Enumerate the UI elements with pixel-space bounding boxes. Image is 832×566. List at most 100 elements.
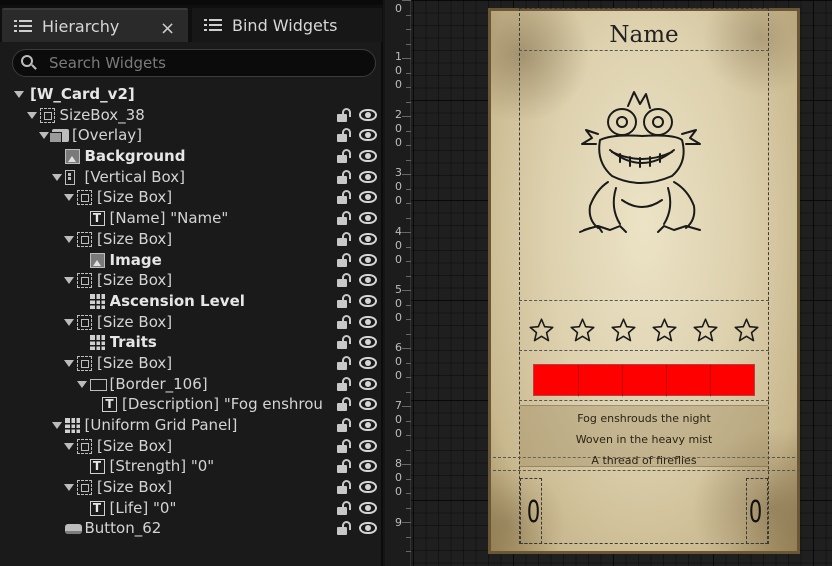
- unlock-icon[interactable]: [337, 149, 353, 164]
- expand-arrow-icon[interactable]: [14, 91, 24, 98]
- tree-row[interactable]: [Vertical Box]: [0, 167, 381, 188]
- ruler-tick: [406, 420, 411, 422]
- tree-row-label: [Overlay]: [72, 126, 143, 145]
- unlock-icon[interactable]: [337, 211, 353, 226]
- unlock-icon[interactable]: [337, 314, 353, 330]
- tree-row[interactable]: SizeBox_38: [0, 105, 381, 126]
- expand-arrow-icon[interactable]: [51, 173, 62, 181]
- visibility-eye-icon[interactable]: [359, 190, 377, 204]
- visibility-eye-icon[interactable]: [359, 377, 377, 391]
- unlock-icon[interactable]: [337, 231, 353, 247]
- visibility-eye-icon[interactable]: [359, 232, 377, 246]
- visibility-eye-icon[interactable]: [359, 315, 377, 329]
- unlock-icon[interactable]: [337, 190, 353, 205]
- expand-arrow-icon[interactable]: [26, 111, 37, 119]
- unlock-icon[interactable]: [337, 500, 353, 516]
- unlock-icon[interactable]: [337, 480, 353, 495]
- tree-row[interactable]: Background: [0, 146, 381, 167]
- unlock-icon[interactable]: [337, 252, 353, 268]
- expand-arrow-icon[interactable]: [51, 422, 62, 429]
- ruler-tick: [406, 87, 411, 88]
- tree-row-label: Button_62: [84, 519, 162, 538]
- visibility-eye-icon[interactable]: [359, 356, 377, 370]
- card-widget[interactable]: Name Fog enshrouds the night Woven in th…: [488, 8, 800, 554]
- unlock-icon[interactable]: [337, 107, 353, 123]
- expand-arrow-icon[interactable]: [76, 380, 87, 388]
- description-box: Fog enshrouds the night Woven in the hea…: [520, 405, 768, 467]
- tree-row[interactable]: [Size Box]: [0, 187, 381, 208]
- unlock-icon[interactable]: [337, 521, 353, 536]
- visibility-eye-icon[interactable]: [359, 501, 377, 515]
- tree-row[interactable]: T [Strength] "0": [0, 456, 381, 477]
- visibility-eye-icon[interactable]: [359, 439, 377, 453]
- expand-arrow-icon[interactable]: [64, 277, 74, 285]
- visibility-eye-icon[interactable]: [359, 149, 377, 163]
- ruler-tick: [402, 232, 411, 233]
- ruler-number: 0: [395, 427, 402, 441]
- unlock-icon[interactable]: [337, 376, 353, 392]
- expand-arrow-icon[interactable]: [39, 132, 49, 140]
- tree-row[interactable]: [Size Box]: [0, 270, 381, 291]
- expand-arrow-icon[interactable]: [64, 194, 74, 202]
- tree-row[interactable]: [Size Box]: [0, 436, 381, 457]
- unlock-icon[interactable]: [337, 418, 353, 433]
- tree-row[interactable]: Image: [0, 250, 381, 271]
- unlock-icon[interactable]: [337, 169, 353, 185]
- search-box[interactable]: [12, 49, 376, 77]
- visibility-eye-icon[interactable]: [359, 253, 377, 267]
- tree-row[interactable]: Button_62: [0, 518, 381, 539]
- visibility-eye-icon[interactable]: [359, 170, 377, 184]
- expand-arrow-icon[interactable]: [64, 235, 74, 243]
- top-strip: [0, 0, 383, 5]
- tree-row[interactable]: [W_Card_v2]: [0, 84, 381, 105]
- visibility-eye-icon[interactable]: [359, 273, 377, 287]
- unlock-icon[interactable]: [337, 128, 353, 143]
- visibility-eye-icon[interactable]: [359, 335, 377, 349]
- visibility-eye-icon[interactable]: [359, 108, 377, 122]
- unlock-icon[interactable]: [337, 335, 353, 350]
- expand-arrow-icon[interactable]: [64, 442, 74, 450]
- tree-row[interactable]: T [Description] "Fog enshrou: [0, 394, 381, 415]
- tree-row[interactable]: [Size Box]: [0, 353, 381, 374]
- tree-row[interactable]: [Size Box]: [0, 229, 381, 250]
- visibility-eye-icon[interactable]: [359, 128, 377, 142]
- tab-hierarchy[interactable]: Hierarchy ×: [2, 8, 188, 42]
- designer-canvas[interactable]: 01002003004005006007008009 Name Fog ensh…: [385, 0, 832, 566]
- tree-row[interactable]: [Border_106]: [0, 374, 381, 395]
- expand-arrow-icon[interactable]: [64, 318, 74, 326]
- ruler-tick: [406, 246, 411, 248]
- unlock-icon[interactable]: [337, 273, 353, 288]
- unlock-icon[interactable]: [337, 355, 353, 371]
- unlock-icon[interactable]: [337, 459, 353, 474]
- tree-row[interactable]: [Size Box]: [0, 477, 381, 498]
- visibility-eye-icon[interactable]: [359, 418, 377, 432]
- list-icon: [204, 18, 222, 32]
- star-icon: [611, 318, 636, 342]
- tab-bind-widgets[interactable]: Bind Widgets: [192, 8, 382, 42]
- ruler-tick: [402, 348, 411, 349]
- button-icon: [64, 524, 82, 535]
- tree-row[interactable]: T [Name] "Name": [0, 208, 381, 229]
- visibility-eye-icon[interactable]: [359, 459, 377, 473]
- tree-row[interactable]: [Overlay]: [0, 125, 381, 146]
- tree-row[interactable]: Traits: [0, 332, 381, 353]
- visibility-eye-icon[interactable]: [359, 480, 377, 494]
- visibility-eye-icon[interactable]: [359, 521, 377, 535]
- ruler-number: 3: [395, 166, 402, 180]
- expand-arrow-icon[interactable]: [64, 484, 74, 492]
- visibility-eye-icon[interactable]: [359, 211, 377, 225]
- tree-row[interactable]: T [Life] "0": [0, 498, 381, 519]
- tree-row[interactable]: Ascension Level: [0, 291, 381, 312]
- ruler-number: 0: [395, 471, 402, 485]
- visibility-eye-icon[interactable]: [359, 294, 377, 308]
- tree-row[interactable]: [Size Box]: [0, 312, 381, 333]
- unlock-icon[interactable]: [337, 293, 353, 309]
- tree-row[interactable]: [Uniform Grid Panel]: [0, 415, 381, 436]
- close-icon[interactable]: ×: [160, 18, 175, 39]
- search-input[interactable]: [49, 54, 349, 72]
- ruler-number: 0: [395, 78, 402, 91]
- visibility-eye-icon[interactable]: [359, 397, 377, 411]
- expand-arrow-icon[interactable]: [64, 359, 74, 367]
- unlock-icon[interactable]: [337, 438, 353, 454]
- unlock-icon[interactable]: [337, 397, 353, 412]
